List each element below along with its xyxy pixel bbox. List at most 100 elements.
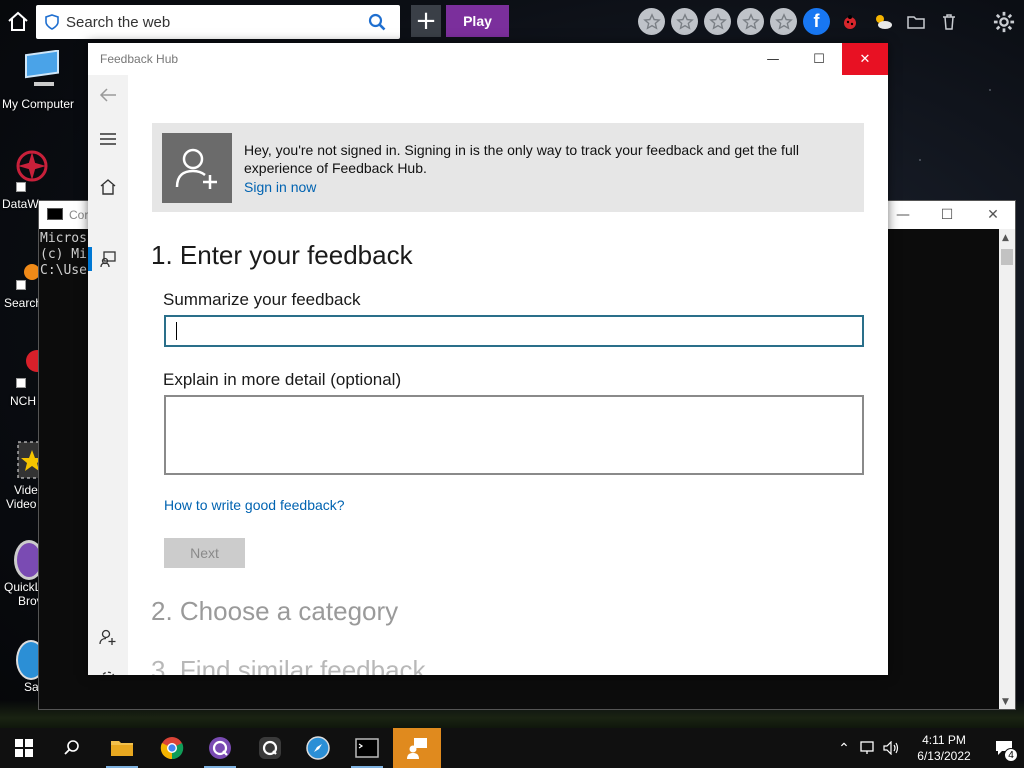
nav-home-button[interactable] (88, 167, 128, 207)
quicklook-icon (209, 737, 231, 759)
search-icon (64, 740, 79, 755)
text-caret (176, 322, 177, 340)
navigation-rail (88, 75, 128, 675)
desktop-icon-nch[interactable]: NCH (10, 350, 48, 408)
back-arrow-icon (99, 88, 116, 102)
cmd-maximize-button[interactable]: ☐ (927, 204, 967, 226)
feedback-hub-window[interactable]: Feedback Hub — ☐ ✕ Hey, you're not signe… (88, 43, 888, 675)
hamburger-icon (100, 133, 116, 145)
q-app-icon (259, 737, 281, 759)
trash-icon[interactable] (935, 8, 962, 35)
folder-icon (111, 741, 133, 756)
web-search-box[interactable]: Search the web (36, 5, 400, 39)
search-icon[interactable] (368, 13, 386, 31)
feedback-icon (100, 251, 116, 268)
scroll-up-arrow-icon[interactable]: ▲ (1002, 233, 1009, 243)
favorite-star-icon[interactable] (770, 8, 797, 35)
add-button[interactable]: + (411, 5, 441, 37)
desktop-icon-quicklook[interactable]: QuickL Brov (4, 540, 44, 608)
taskbar-chrome[interactable] (148, 728, 196, 768)
desktop-icon-label: Video (6, 497, 37, 511)
cmd-minimize-button[interactable]: — (883, 204, 923, 226)
sign-in-link[interactable]: Sign in now (244, 179, 316, 195)
feedback-hub-icon (407, 738, 427, 759)
start-button[interactable] (0, 728, 48, 768)
window-title: Feedback Hub (100, 52, 179, 66)
hamburger-menu-button[interactable] (88, 119, 128, 159)
sign-in-message: Hey, you're not signed in. Signing in is… (244, 142, 799, 176)
home-button[interactable] (6, 10, 30, 34)
cmd-output: Micros (c) Mi C:\Use (39, 231, 87, 279)
back-button[interactable] (88, 75, 128, 115)
settings-gear-icon (101, 671, 115, 675)
clock-time: 4:11 PM (922, 733, 966, 747)
system-tray: ⌃ 4:11 PM 6/13/2022 4 (832, 728, 1024, 768)
favorite-star-icon[interactable] (737, 8, 764, 35)
cmd-icon (355, 738, 379, 758)
detail-label: Explain in more detail (optional) (163, 370, 402, 389)
action-center-button[interactable]: 4 (984, 728, 1024, 768)
feedback-hub-title-bar[interactable]: Feedback Hub — ☐ ✕ (88, 43, 888, 75)
cmd-close-button[interactable]: ✕ (973, 204, 1013, 226)
nav-feedback-button[interactable] (88, 239, 128, 279)
system-clock[interactable]: 4:11 PM 6/13/2022 (904, 732, 984, 764)
taskbar-command-prompt[interactable] (343, 728, 391, 768)
favorite-star-icon[interactable] (671, 8, 698, 35)
nav-add-user-button[interactable] (88, 617, 128, 657)
shortcut-arrow-icon (16, 182, 26, 192)
desktop-icon-my-computer[interactable]: My Computer (2, 49, 82, 111)
settings-gear-icon[interactable] (990, 8, 1017, 35)
cmd-scrollbar[interactable]: ▲ ▼ (999, 229, 1015, 709)
windows-logo-icon (15, 739, 33, 757)
shortcut-arrow-icon (16, 378, 26, 388)
summary-input[interactable] (164, 315, 864, 347)
taskbar-feedback-hub[interactable] (393, 728, 441, 768)
feedback-help-link[interactable]: How to write good feedback? (164, 497, 345, 513)
step-1-heading: 1. Enter your feedback (151, 240, 413, 270)
cmd-scroll-thumb[interactable] (1001, 249, 1013, 265)
taskbar: ⌃ 4:11 PM 6/13/2022 4 (0, 728, 1024, 768)
browser-toolbar: Search the web + Play f (0, 0, 1024, 43)
add-user-icon (99, 629, 116, 645)
ladybug-icon[interactable] (836, 8, 863, 35)
folder-icon[interactable] (902, 8, 929, 35)
minimize-button[interactable]: — (750, 43, 796, 75)
user-avatar (162, 133, 232, 203)
next-button[interactable]: Next (164, 538, 245, 568)
cmd-line: Micros (40, 231, 87, 246)
shortcut-arrow-icon (16, 280, 26, 290)
detail-textarea[interactable] (164, 395, 864, 475)
favorite-star-icon[interactable] (638, 8, 665, 35)
desktop-icon-label: Vide (14, 483, 38, 497)
chrome-icon (160, 737, 184, 760)
taskbar-safari[interactable] (294, 728, 342, 768)
summary-label: Summarize your feedback (163, 290, 361, 309)
maximize-button[interactable]: ☐ (796, 43, 842, 75)
web-search-input[interactable]: Search the web (66, 14, 368, 31)
volume-icon[interactable] (880, 741, 904, 755)
taskbar-search-button[interactable] (48, 728, 96, 768)
tray-overflow-chevron-icon[interactable]: ⌃ (832, 740, 856, 757)
network-icon[interactable] (856, 741, 880, 755)
nav-settings-button[interactable] (88, 659, 128, 675)
desktop-icon-search[interactable]: Search (4, 262, 43, 310)
desktop-icon-label: NCH (10, 394, 36, 408)
taskbar-q-app[interactable] (246, 728, 294, 768)
home-icon (8, 11, 28, 31)
desktop-icon-datawrapper[interactable]: DataW (2, 148, 48, 211)
favorite-star-icon[interactable] (704, 8, 731, 35)
cmd-line: C:\Use (40, 263, 87, 278)
close-button[interactable]: ✕ (842, 43, 888, 75)
step-2-heading: 2. Choose a category (151, 596, 399, 626)
weather-icon[interactable] (869, 8, 896, 35)
facebook-icon[interactable]: f (803, 8, 830, 35)
desktop-icon-label: Search (4, 296, 43, 310)
taskbar-file-explorer[interactable] (98, 728, 146, 768)
play-button[interactable]: Play (446, 5, 509, 37)
scroll-down-arrow-icon[interactable]: ▼ (1002, 697, 1009, 707)
notification-count-badge: 4 (1004, 748, 1018, 762)
taskbar-quicklook[interactable] (196, 728, 244, 768)
clock-date: 6/13/2022 (917, 749, 971, 763)
desktop-icon-video[interactable]: Vide Video (6, 440, 43, 511)
home-icon (100, 179, 116, 195)
